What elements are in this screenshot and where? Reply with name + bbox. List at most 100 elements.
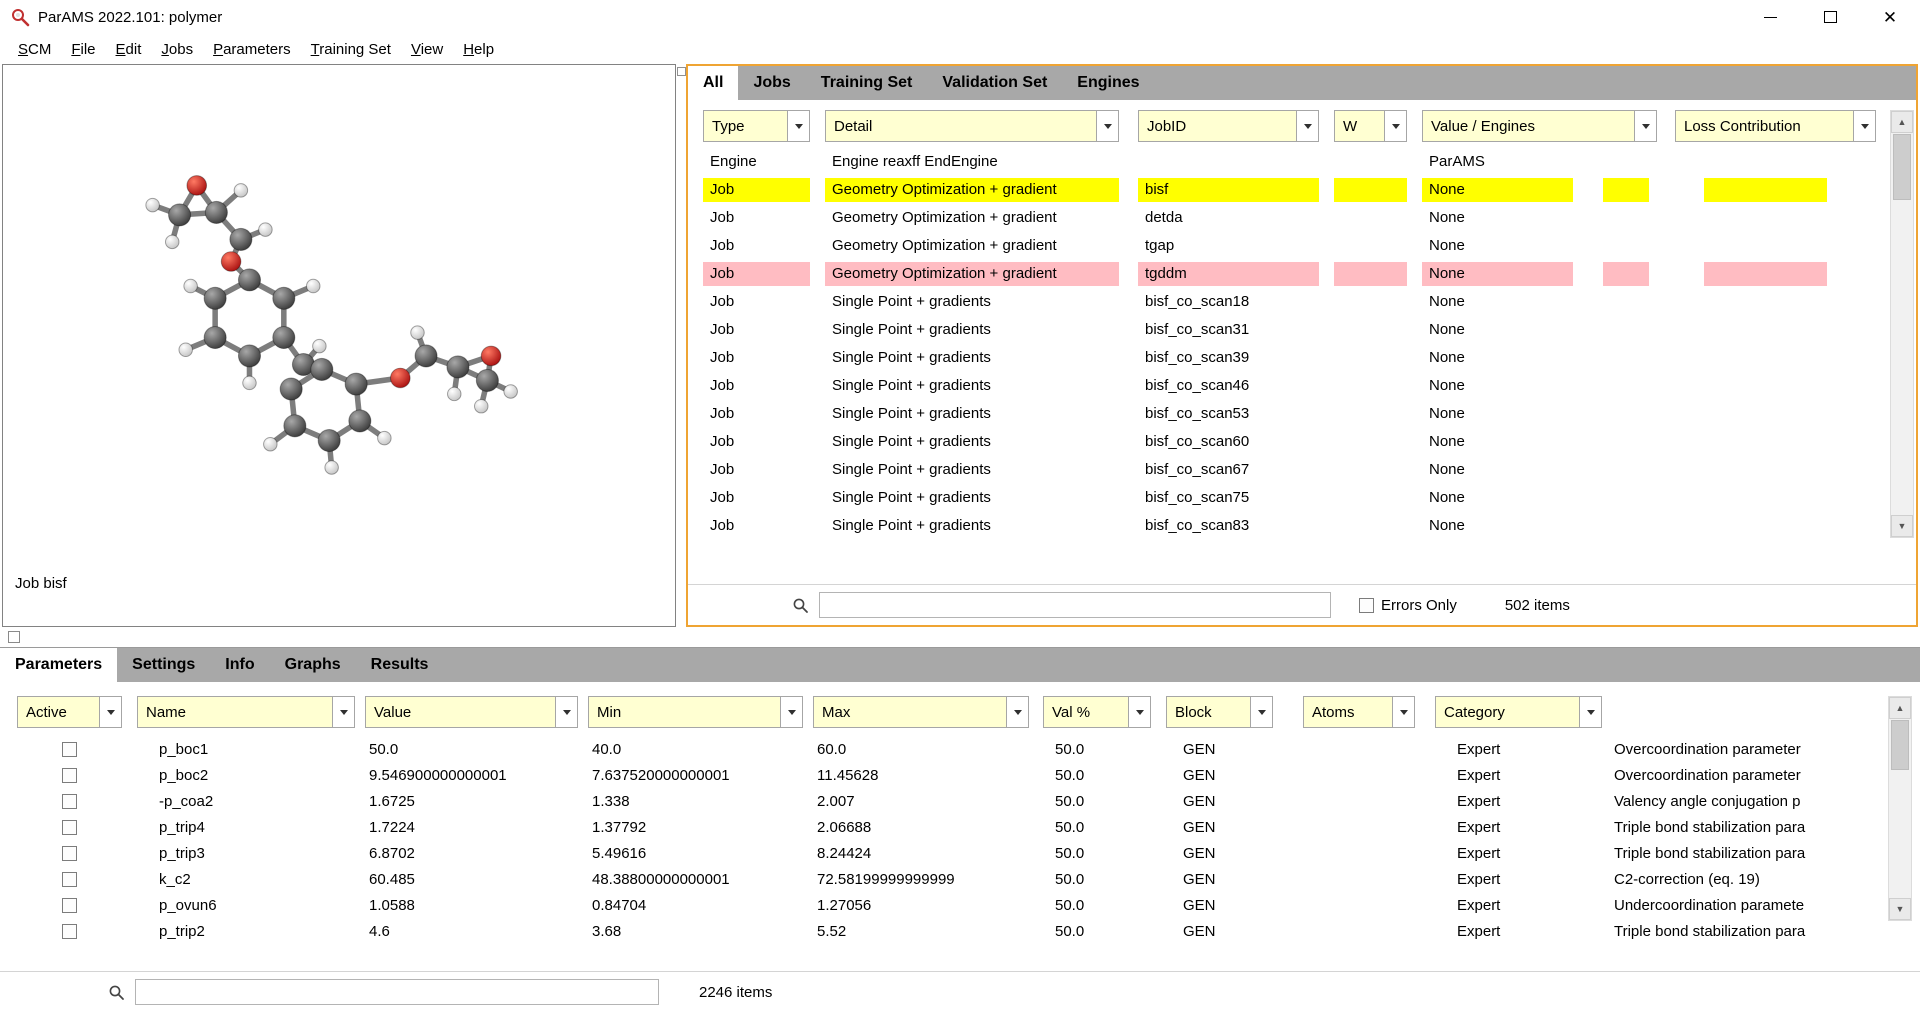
scrollbar-thumb[interactable]	[1891, 720, 1909, 770]
scroll-up-icon[interactable]: ▲	[1889, 697, 1911, 719]
errors-only-checkbox[interactable]	[1359, 598, 1374, 613]
scroll-down-icon[interactable]: ▼	[1891, 515, 1913, 537]
dropdown-arrow-icon[interactable]	[1579, 697, 1601, 727]
dropdown-arrow-icon[interactable]	[780, 697, 802, 727]
molecule-3d-view[interactable]	[3, 65, 675, 626]
dropdown-arrow-icon[interactable]	[1296, 111, 1318, 141]
parameters-tab-parameters[interactable]: Parameters	[0, 648, 117, 682]
active-checkbox[interactable]	[62, 768, 77, 783]
job-row-bisf-co-scan53[interactable]: JobSingle Point + gradientsbisf_co_scan5…	[688, 400, 1916, 428]
parameter-row-p-coa2[interactable]: -p_coa21.67251.3382.00750.0GENExpertVale…	[0, 788, 1920, 814]
active-checkbox[interactable]	[62, 924, 77, 939]
jobs-column-header-detail[interactable]: Detail	[825, 110, 1119, 142]
dropdown-arrow-icon[interactable]	[1096, 111, 1118, 141]
menu-jobs[interactable]: Jobs	[151, 37, 203, 62]
jobs-column-header-value-engines[interactable]: Value / Engines	[1422, 110, 1657, 142]
atom-c	[318, 430, 340, 452]
menu-parameters[interactable]: Parameters	[203, 37, 301, 62]
horizontal-splitter-handle[interactable]	[8, 631, 20, 643]
dropdown-arrow-icon[interactable]	[1392, 697, 1414, 727]
parameters-column-header-val[interactable]: Val %	[1043, 696, 1151, 728]
jobs-tab-jobs[interactable]: Jobs	[738, 66, 805, 100]
active-checkbox[interactable]	[62, 742, 77, 757]
job-row-bisf-co-scan60[interactable]: JobSingle Point + gradientsbisf_co_scan6…	[688, 428, 1916, 456]
parameter-row-p-trip4[interactable]: p_trip41.72241.377922.0668850.0GENExpert…	[0, 814, 1920, 840]
dropdown-arrow-icon[interactable]	[555, 697, 577, 727]
scrollbar-thumb[interactable]	[1893, 134, 1911, 200]
parameter-row-k-c2[interactable]: k_c260.48548.3880000000000172.5819999999…	[0, 866, 1920, 892]
dropdown-arrow-icon[interactable]	[99, 697, 121, 727]
parameter-row-p-boc2[interactable]: p_boc29.5469000000000017.637520000000001…	[0, 762, 1920, 788]
jobs-column-header-loss-contribution[interactable]: Loss Contribution	[1675, 110, 1876, 142]
minimize-button[interactable]	[1740, 0, 1800, 34]
parameters-tab-settings[interactable]: Settings	[117, 648, 210, 682]
parameter-row-p-ovun6[interactable]: p_ovun61.05880.847041.2705650.0GENExpert…	[0, 892, 1920, 918]
menu-help[interactable]: Help	[453, 37, 504, 62]
parameters-table-scrollbar[interactable]: ▲ ▼	[1888, 696, 1912, 921]
jobs-tab-engines[interactable]: Engines	[1062, 66, 1154, 100]
jobs-tab-all[interactable]: All	[688, 66, 738, 100]
parameters-tab-info[interactable]: Info	[210, 648, 269, 682]
parameter-row-p-trip2[interactable]: p_trip24.63.685.5250.0GENExpertTriple bo…	[0, 918, 1920, 944]
menu-training-set[interactable]: Training Set	[301, 37, 401, 62]
active-checkbox[interactable]	[62, 846, 77, 861]
menu-edit[interactable]: Edit	[106, 37, 152, 62]
active-checkbox[interactable]	[62, 872, 77, 887]
scroll-up-icon[interactable]: ▲	[1891, 111, 1913, 133]
parameters-column-header-name[interactable]: Name	[137, 696, 355, 728]
parameters-column-header-active[interactable]: Active	[17, 696, 122, 728]
parameters-tab-results[interactable]: Results	[356, 648, 444, 682]
menu-view[interactable]: View	[401, 37, 453, 62]
maximize-button[interactable]	[1800, 0, 1860, 34]
dropdown-arrow-icon[interactable]	[1128, 697, 1150, 727]
dropdown-arrow-icon[interactable]	[1634, 111, 1656, 141]
job-row-bisf-co-scan46[interactable]: JobSingle Point + gradientsbisf_co_scan4…	[688, 372, 1916, 400]
dropdown-arrow-icon[interactable]	[787, 111, 809, 141]
parameters-column-header-block[interactable]: Block	[1166, 696, 1273, 728]
jobs-column-header-jobid[interactable]: JobID	[1138, 110, 1319, 142]
parameters-column-header-max[interactable]: Max	[813, 696, 1029, 728]
job-row-bisf[interactable]: JobGeometry Optimization + gradientbisfN…	[688, 176, 1916, 204]
parameters-search-input[interactable]	[135, 979, 659, 1005]
menu-file[interactable]: File	[61, 37, 105, 62]
menu-scm[interactable]: SCM	[8, 37, 61, 62]
parameter-row-p-trip3[interactable]: p_trip36.87025.496168.2442450.0GENExpert…	[0, 840, 1920, 866]
parameters-tab-graphs[interactable]: Graphs	[270, 648, 356, 682]
active-checkbox[interactable]	[62, 898, 77, 913]
job-row-bisf-co-scan39[interactable]: JobSingle Point + gradientsbisf_co_scan3…	[688, 344, 1916, 372]
jobs-tab-training-set[interactable]: Training Set	[806, 66, 928, 100]
active-checkbox[interactable]	[62, 820, 77, 835]
job-row-tgddm[interactable]: JobGeometry Optimization + gradienttgddm…	[688, 260, 1916, 288]
parameters-column-header-atoms[interactable]: Atoms	[1303, 696, 1415, 728]
molecule-viewer-panel[interactable]: Job bisf	[2, 64, 676, 627]
job-row-bisf-co-scan83[interactable]: JobSingle Point + gradientsbisf_co_scan8…	[688, 512, 1916, 540]
job-row-tgap[interactable]: JobGeometry Optimization + gradienttgapN…	[688, 232, 1916, 260]
dropdown-arrow-icon[interactable]	[1006, 697, 1028, 727]
vertical-splitter-handle[interactable]	[677, 67, 686, 76]
horizontal-splitter[interactable]	[0, 627, 1920, 647]
parameters-column-header-min[interactable]: Min	[588, 696, 803, 728]
jobs-search-input[interactable]	[819, 592, 1331, 618]
job-row-bisf-co-scan18[interactable]: JobSingle Point + gradientsbisf_co_scan1…	[688, 288, 1916, 316]
jobs-table-scrollbar[interactable]: ▲ ▼	[1890, 110, 1914, 538]
job-row-detda[interactable]: JobGeometry Optimization + gradientdetda…	[688, 204, 1916, 232]
job-row-bisf-co-scan75[interactable]: JobSingle Point + gradientsbisf_co_scan7…	[688, 484, 1916, 512]
parameter-row-p-boc1[interactable]: p_boc150.040.060.050.0GENExpertOvercoord…	[0, 736, 1920, 762]
active-checkbox[interactable]	[62, 794, 77, 809]
job-row-bisf-co-scan67[interactable]: JobSingle Point + gradientsbisf_co_scan6…	[688, 456, 1916, 484]
scroll-down-icon[interactable]: ▼	[1889, 898, 1911, 920]
dropdown-arrow-icon[interactable]	[1384, 111, 1406, 141]
dropdown-arrow-icon[interactable]	[1853, 111, 1875, 141]
cell-sigma	[1603, 262, 1649, 286]
parameters-column-header-category[interactable]: Category	[1435, 696, 1602, 728]
dropdown-arrow-icon[interactable]	[332, 697, 354, 727]
jobs-column-header-type[interactable]: Type	[703, 110, 810, 142]
jobs-column-header-w[interactable]: W	[1334, 110, 1407, 142]
close-button[interactable]: ✕	[1860, 0, 1920, 34]
engine-row[interactable]: EngineEngine reaxff EndEngineParAMS	[688, 148, 1916, 176]
vertical-splitter[interactable]	[676, 64, 686, 627]
parameters-column-header-value[interactable]: Value	[365, 696, 578, 728]
job-row-bisf-co-scan31[interactable]: JobSingle Point + gradientsbisf_co_scan3…	[688, 316, 1916, 344]
dropdown-arrow-icon[interactable]	[1250, 697, 1272, 727]
jobs-tab-validation-set[interactable]: Validation Set	[927, 66, 1062, 100]
